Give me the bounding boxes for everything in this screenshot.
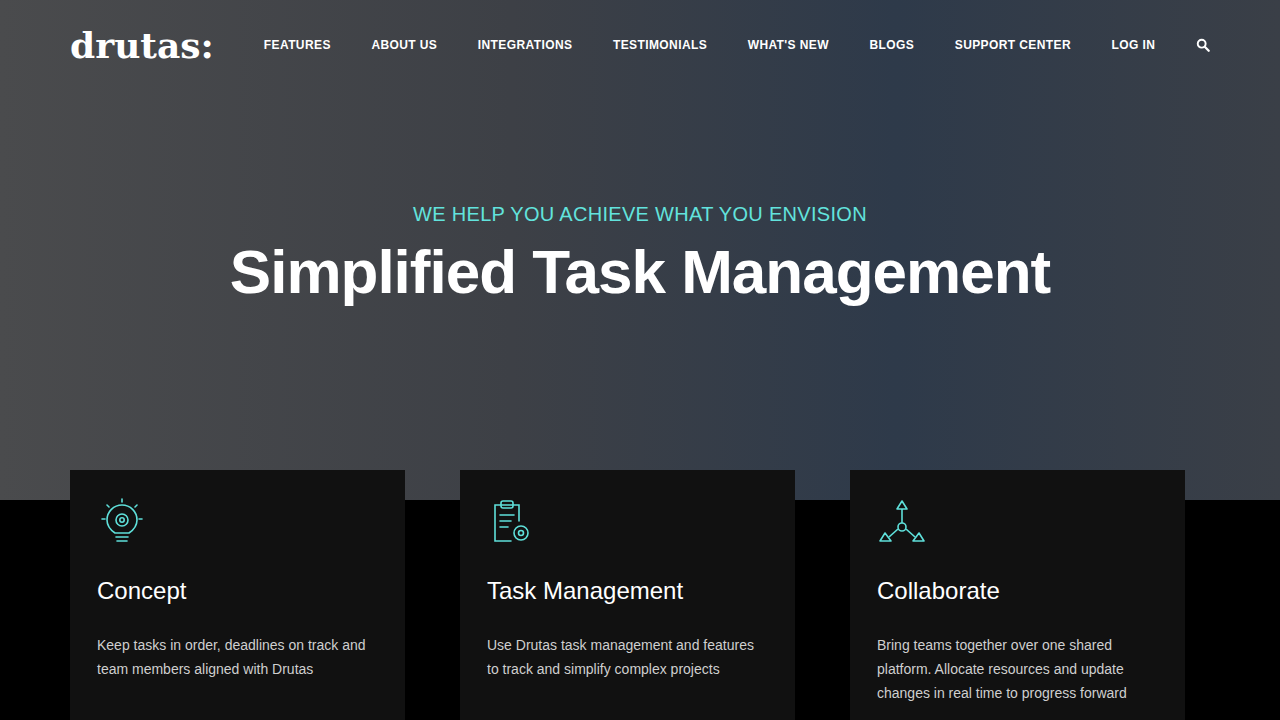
nav-item[interactable]: SUPPORT CENTER — [955, 38, 1071, 52]
card-text: Keep tasks in order, deadlines on track … — [97, 633, 378, 681]
card-title: Task Management — [487, 575, 768, 607]
nav-item[interactable]: BLOGS — [870, 38, 915, 52]
network-icon — [877, 497, 927, 547]
feature-cards: Concept Keep tasks in order, deadlines on… — [0, 470, 1280, 720]
nav-item[interactable]: FEATURES — [264, 38, 331, 52]
card-text: Use Drutas task management and features … — [487, 633, 768, 681]
search-icon[interactable] — [1196, 38, 1210, 52]
nav-item[interactable]: WHAT'S NEW — [748, 38, 829, 52]
feature-card: Task Management Use Drutas task managemen… — [460, 470, 795, 720]
feature-card: Concept Keep tasks in order, deadlines on… — [70, 470, 405, 720]
card-text: Bring teams together over one shared pla… — [877, 633, 1158, 705]
feature-card: Collaborate Bring teams together over one… — [850, 470, 1185, 720]
header: drutas: FEATURES ABOUT US INTEGRATIONS TESTI… — [0, 0, 1280, 68]
nav-item[interactable]: ABOUT US — [371, 38, 437, 52]
card-title: Collaborate — [877, 575, 1158, 607]
hero: drutas: FEATURES ABOUT US INTEGRATIONS TESTI… — [0, 0, 1280, 500]
card-title: Concept — [97, 575, 378, 607]
hero-title: Simplified Task Management — [0, 236, 1280, 308]
nav-item[interactable]: LOG IN — [1112, 38, 1156, 52]
hero-text: WE HELP YOU ACHIEVE WHAT YOU ENVISION Sim… — [0, 68, 1280, 308]
logo[interactable]: drutas: — [70, 27, 214, 63]
clipboard-icon — [487, 497, 537, 547]
lightbulb-icon — [97, 497, 147, 547]
nav-item[interactable]: INTEGRATIONS — [478, 38, 573, 52]
hero-eyebrow: WE HELP YOU ACHIEVE WHAT YOU ENVISION — [0, 202, 1280, 226]
nav-item[interactable]: TESTIMONIALS — [613, 38, 707, 52]
page: drutas: FEATURES ABOUT US INTEGRATIONS TESTI… — [0, 0, 1280, 720]
nav: FEATURES ABOUT US INTEGRATIONS TESTIMONIALS… — [264, 38, 1210, 52]
